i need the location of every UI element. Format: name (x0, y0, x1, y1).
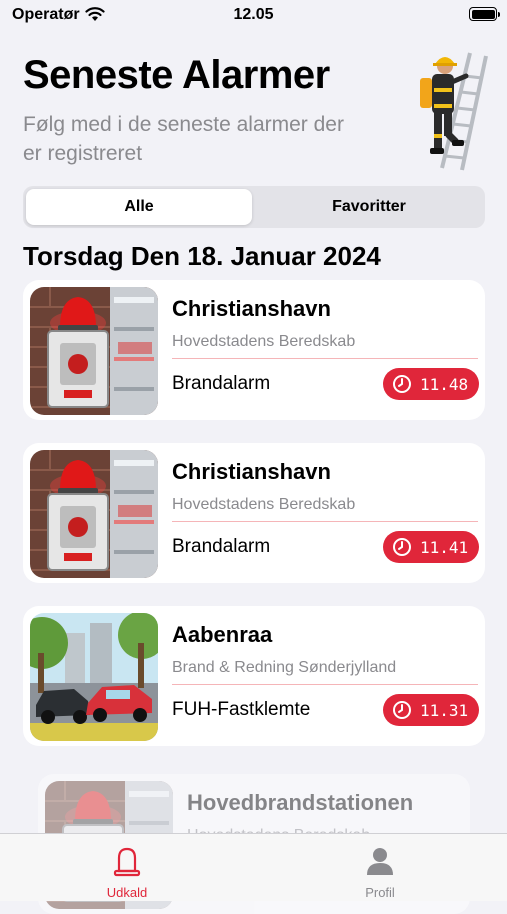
clock-icon (393, 701, 411, 719)
alarm-card[interactable]: Aabenraa Brand & Redning Sønderjylland F… (23, 606, 485, 746)
status-bar: Operatør 12.05 (0, 0, 507, 32)
alarm-location: Christianshavn (172, 296, 331, 321)
alarm-card[interactable]: Christianshavn Hovedstadens Beredskab Br… (23, 443, 485, 583)
alarm-location: Hovedbrandstationen (187, 790, 414, 815)
tab-profil[interactable]: Profil (310, 844, 450, 900)
page-title: Seneste Alarmer (23, 53, 330, 97)
status-time: 12.05 (233, 6, 274, 23)
filter-segmented-control: Alle Favoritter (23, 186, 485, 228)
card-divider (172, 358, 478, 359)
clock-icon (393, 375, 411, 393)
alarm-location: Aabenraa (172, 622, 273, 647)
page-subtitle: Følg med i de seneste alarmer der er reg… (23, 113, 344, 165)
alarm-location: Christianshavn (172, 459, 331, 484)
alarm-organization: Hovedstadens Beredskab (172, 496, 356, 513)
alarm-time: 11.31 (420, 700, 469, 720)
date-heading: Torsdag Den 18. Januar 2024 (23, 241, 381, 271)
person-icon (367, 848, 393, 875)
siren-icon (113, 847, 141, 877)
fire-alarm-icon (30, 287, 158, 415)
alarm-time-badge: 11.31 (383, 694, 479, 726)
alarm-type: Brandalarm (172, 373, 271, 394)
alarm-time-badge: 11.48 (383, 368, 479, 400)
alarm-type: Brandalarm (172, 536, 271, 557)
tab-bar: Udkald Profil (0, 833, 507, 901)
segment-all[interactable]: Alle (26, 189, 252, 225)
tab-udkald-label: Udkald (106, 885, 148, 900)
fire-alarm-icon (30, 450, 158, 578)
tab-udkald[interactable]: Udkald (57, 844, 197, 900)
alarm-organization: Hovedstadens Beredskab (172, 333, 356, 350)
car-crash-icon (30, 613, 158, 741)
battery-icon (469, 7, 500, 21)
clock-icon (393, 538, 411, 556)
card-divider (172, 521, 478, 522)
alarm-time: 11.48 (420, 374, 469, 394)
firefighter-ladder-illustration (420, 52, 488, 171)
alarm-time-badge: 11.41 (383, 531, 479, 563)
alarm-card[interactable]: Christianshavn Hovedstadens Beredskab Br… (23, 280, 485, 420)
tab-profil-label: Profil (365, 885, 395, 900)
alarm-time: 11.41 (420, 537, 469, 557)
segment-favorites[interactable]: Favoritter (256, 189, 482, 225)
card-divider (172, 684, 478, 685)
alarm-organization: Brand & Redning Sønderjylland (172, 659, 397, 676)
alarm-type: FUH-Fastklemte (172, 699, 311, 720)
